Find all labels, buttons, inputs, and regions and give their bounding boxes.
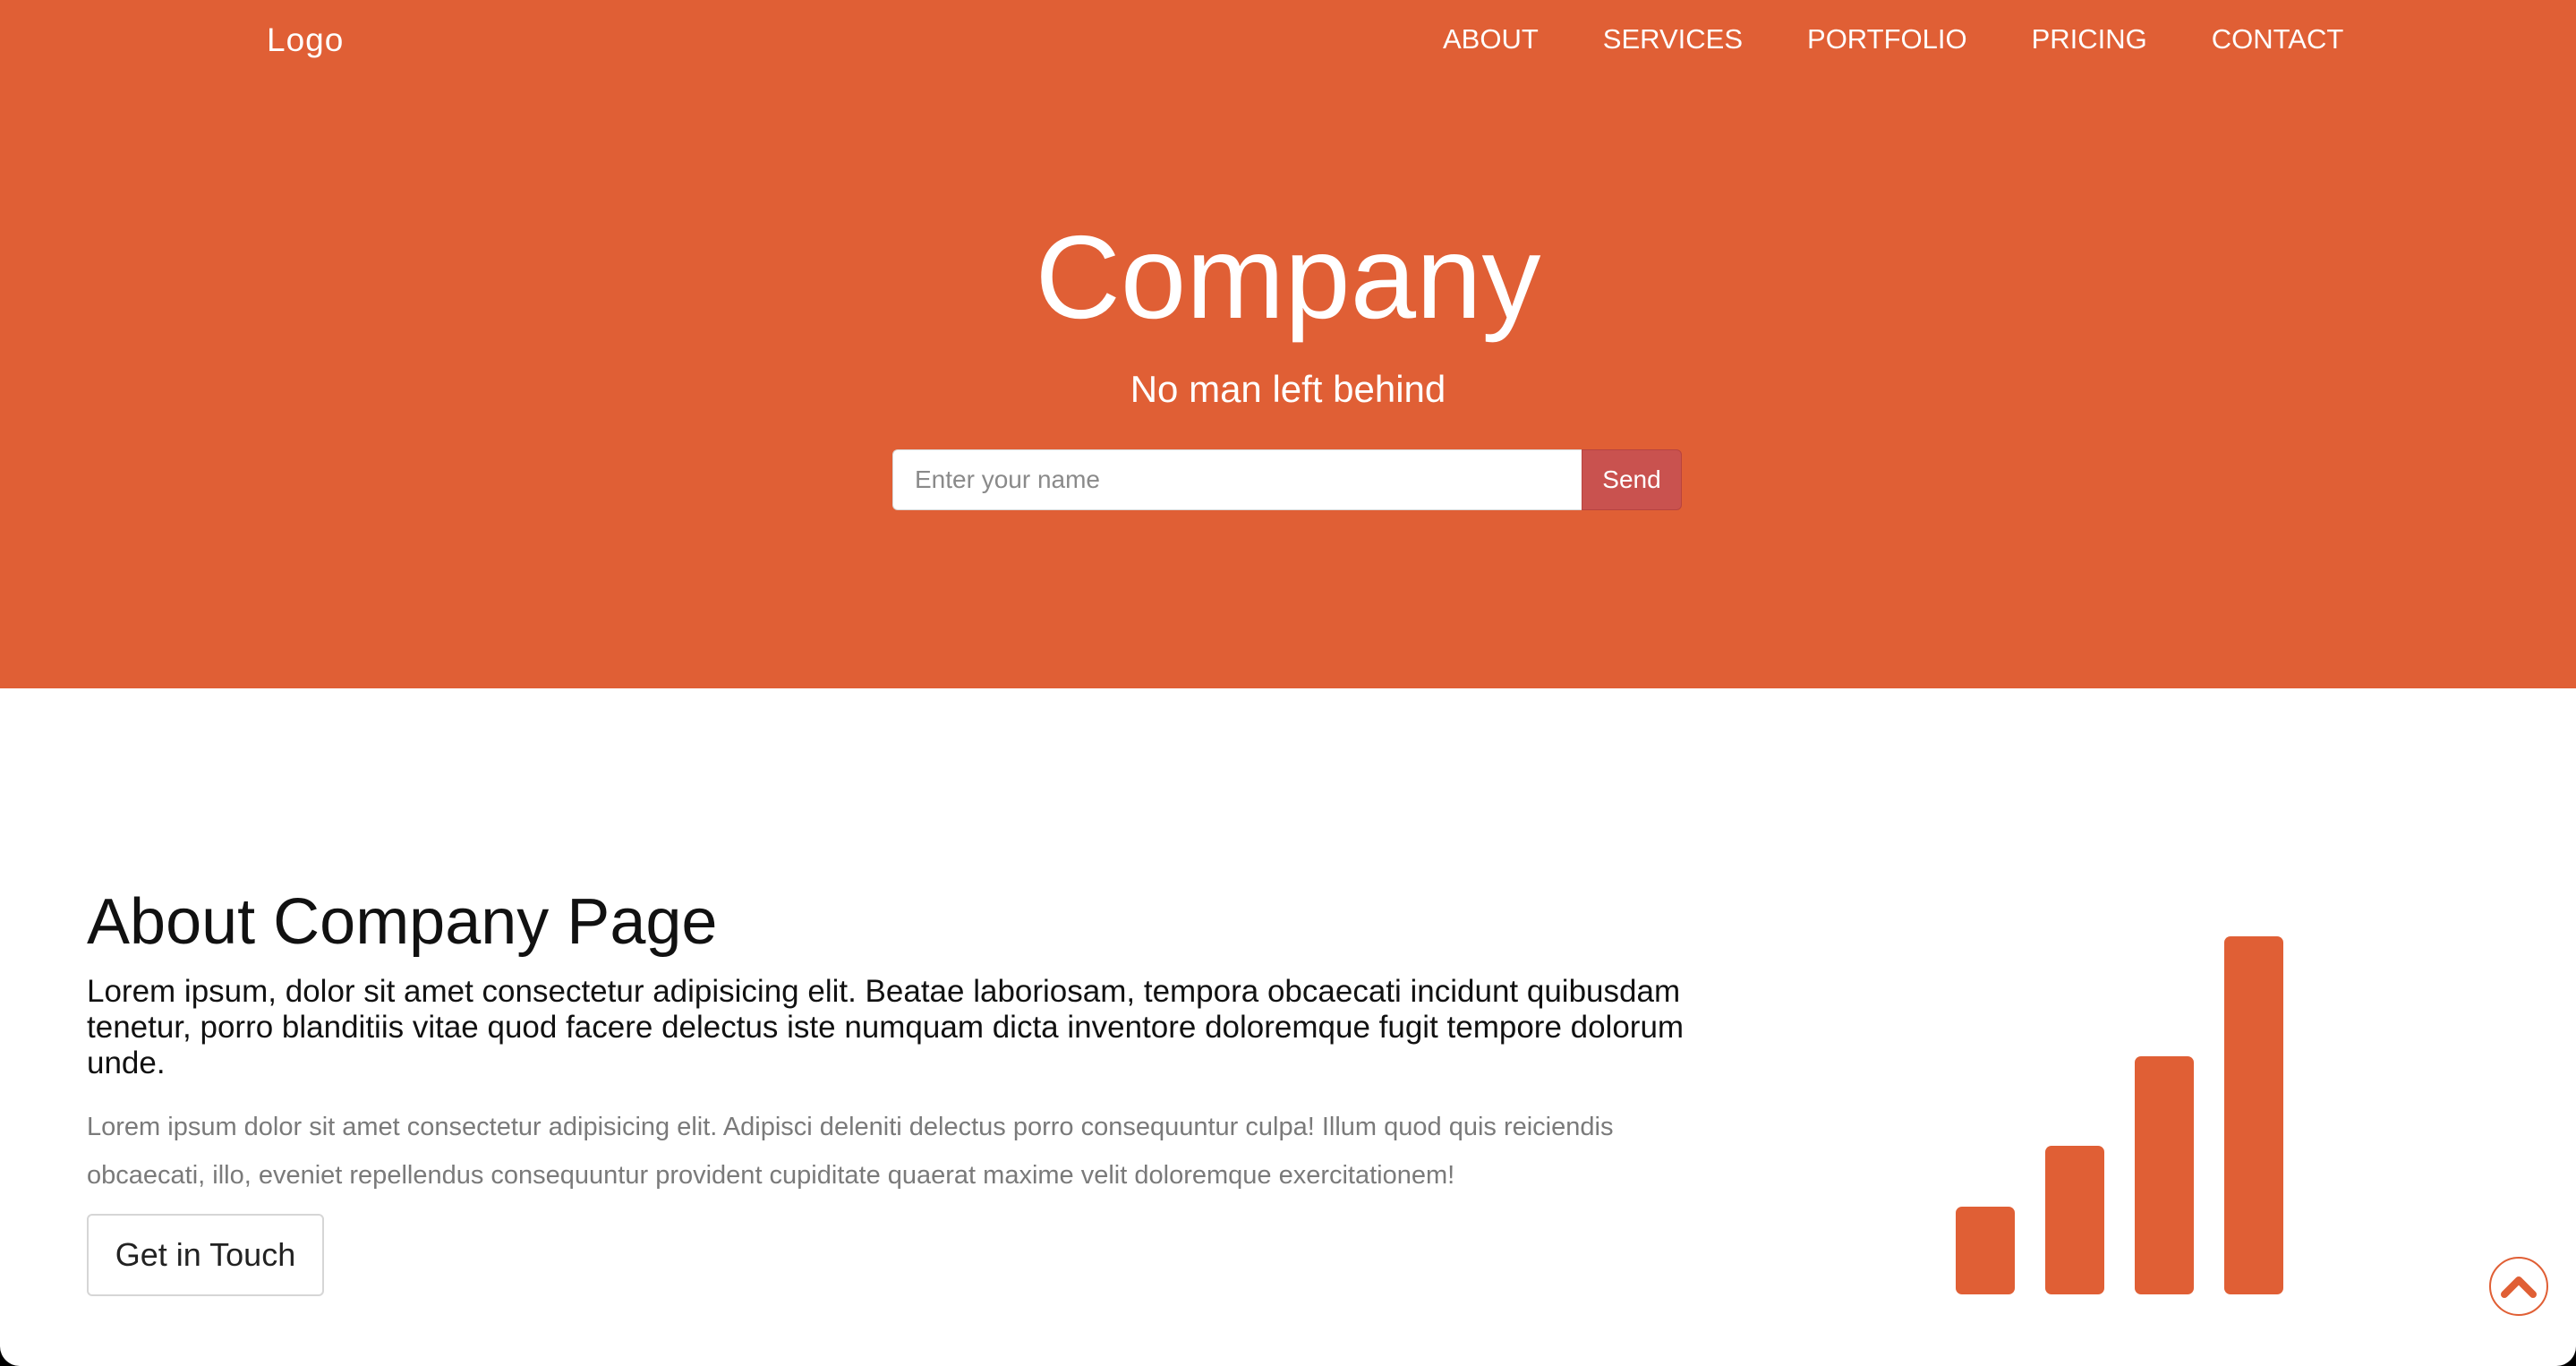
about-lead: Lorem ipsum, dolor sit amet consectetur … xyxy=(87,974,1685,1080)
main-nav: ABOUT SERVICES PORTFOLIO PRICING CONTACT xyxy=(1443,23,2343,55)
signal-bar-2 xyxy=(2045,1146,2104,1294)
about-title: About Company Page xyxy=(87,886,718,958)
signal-bars-icon xyxy=(1956,936,2283,1294)
name-form: Send xyxy=(892,449,1682,510)
signal-bar-3 xyxy=(2135,1056,2194,1294)
signal-bar-4 xyxy=(2224,936,2283,1294)
nav-item-pricing[interactable]: PRICING xyxy=(2032,23,2147,55)
logo[interactable]: Logo xyxy=(267,21,344,59)
get-in-touch-button[interactable]: Get in Touch xyxy=(87,1214,324,1296)
about-body: Lorem ipsum dolor sit amet consectetur a… xyxy=(87,1113,1614,1190)
hero-subtitle: No man left behind xyxy=(1130,368,1446,410)
send-button[interactable]: Send xyxy=(1582,449,1682,510)
nav-item-services[interactable]: SERVICES xyxy=(1603,23,1743,55)
nav-item-portfolio[interactable]: PORTFOLIO xyxy=(1807,23,1967,55)
nav-item-about[interactable]: ABOUT xyxy=(1443,23,1539,55)
page: Logo ABOUT SERVICES PORTFOLIO PRICING CO… xyxy=(0,0,2576,1366)
signal-bar-1 xyxy=(1956,1207,2015,1294)
nav-item-contact[interactable]: CONTACT xyxy=(2212,23,2344,55)
chevron-up-icon xyxy=(2501,1276,2537,1298)
hero-section: Logo ABOUT SERVICES PORTFOLIO PRICING CO… xyxy=(0,0,2576,688)
hero-title: Company xyxy=(1035,211,1541,343)
scroll-to-top-button[interactable] xyxy=(2489,1257,2548,1316)
name-input[interactable] xyxy=(892,449,1582,510)
